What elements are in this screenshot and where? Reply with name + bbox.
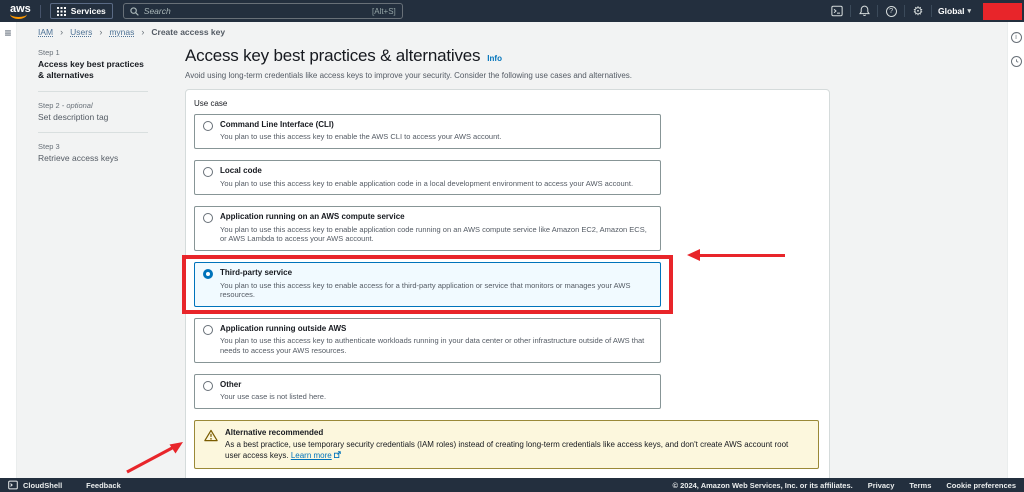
option-description: Your use case is not listed here. [220,392,327,402]
cloudshell-icon [8,480,18,490]
aws-console-screen: aws Services Search [Alt+S] ? ⚙ Global ▾… [0,0,1024,492]
step-link-description-tag[interactable]: Set description tag [38,112,148,123]
option-title: Application running outside AWS [220,324,347,334]
use-case-option-outside-aws[interactable]: Application running outside AWS You plan… [194,318,661,363]
help-button[interactable]: ? [878,0,904,22]
use-case-option-local-code[interactable]: Local code You plan to use this access k… [194,160,661,196]
breadcrumb: IAM › Users › mynas › Create access key [38,22,225,42]
alternative-recommended-alert: Alternative recommended As a best practi… [194,420,819,470]
divider [38,132,148,134]
breadcrumb-current: Create access key [151,27,226,37]
breadcrumb-separator: › [60,27,64,37]
alert-title: Alternative recommended [225,428,324,438]
footer-cloudshell[interactable]: CloudShell [8,480,62,490]
caret-down-icon: ▾ [967,8,971,15]
help-panel-rail: i [1007,22,1024,478]
radio-button-selected[interactable] [203,269,213,280]
option-title: Command Line Interface (CLI) [220,120,334,129]
footer-link-terms[interactable]: Terms [909,481,931,490]
console-footer: CloudShell Feedback © 2024, Amazon Web S… [0,478,1024,492]
radio-button[interactable] [203,213,213,224]
divider [39,4,41,18]
radio-button[interactable] [203,167,213,178]
hamburger-menu-icon[interactable]: ≡ [4,27,11,478]
use-case-option-cli[interactable]: Command Line Interface (CLI) You plan to… [194,114,661,150]
region-label: Global [938,6,965,16]
step-link-best-practices[interactable]: Access key best practices & alternatives [38,59,148,82]
breadcrumb-separator: › [99,27,103,37]
option-title: Local code [220,166,262,176]
search-shortcut: [Alt+S] [371,6,396,16]
cloudshell-button[interactable] [824,0,850,22]
radio-button[interactable] [203,121,213,131]
breadcrumb-link-user[interactable]: mynas [109,27,134,37]
learn-more-link[interactable]: Learn more [291,451,332,460]
alert-text: As a best practice, use temporary securi… [225,440,789,461]
option-description: You plan to use this access key to enabl… [220,178,634,188]
option-title: Application running on an AWS compute se… [220,212,405,222]
option-description: You plan to use this access key to enabl… [220,132,502,142]
topbar-right-group: ? ⚙ Global ▾ [824,0,1024,22]
search-placeholder: Search [143,6,171,16]
radio-button[interactable] [203,325,213,336]
main-content: Access key best practices & alternatives… [182,46,830,492]
step-number: Step 3 [38,142,60,152]
use-case-card: Use case Command Line Interface (CLI) Yo… [182,89,830,492]
warning-triangle-icon [204,429,218,442]
breadcrumb-separator: › [141,27,145,37]
option-description: You plan to use this access key to enabl… [220,280,631,300]
use-case-option-third-party[interactable]: Third-party service You plan to use this… [194,262,661,308]
search-magnifier-icon [130,6,139,16]
divider [38,90,148,92]
option-description: You plan to use this access key to enabl… [220,224,647,244]
services-menu-button[interactable]: Services [49,3,113,19]
settings-button[interactable]: ⚙ [905,0,931,22]
gear-icon: ⚙ [912,4,924,18]
footer-link-cookie-preferences[interactable]: Cookie preferences [946,481,1016,490]
aws-logo[interactable]: aws [10,3,31,19]
region-selector[interactable]: Global ▾ [932,6,977,16]
use-case-option-compute-service[interactable]: Application running on an AWS compute se… [194,206,661,252]
services-grid-icon [56,6,66,16]
info-panel-icon[interactable]: i [1010,32,1022,43]
page-title: Access key best practices & alternatives [185,46,481,65]
account-name-redaction-box [983,2,1022,20]
option-title: Third-party service [220,268,293,278]
option-title: Other [220,379,242,389]
info-link[interactable]: Info [487,54,502,63]
step-link-retrieve-keys[interactable]: Retrieve access keys [38,153,148,164]
wizard-steps-sidebar: Step 1 Access key best practices & alter… [38,48,148,165]
services-label: Services [70,6,106,16]
breadcrumb-link-iam[interactable]: IAM [38,27,53,37]
notifications-button[interactable] [851,0,877,22]
use-case-label: Use case [194,99,228,108]
option-description: You plan to use this access key to authe… [220,336,645,356]
help-icon: ? [885,5,897,17]
breadcrumb-link-users[interactable]: Users [70,27,92,37]
use-case-option-other[interactable]: Other Your use case is not listed here. [194,373,661,410]
clock-icon[interactable] [1010,56,1022,67]
left-rail: ≡ [0,22,17,478]
top-navigation-bar: aws Services Search [Alt+S] ? ⚙ Global ▾ [0,0,1024,22]
step-number: Step 1 [38,48,60,57]
external-link-icon [333,451,341,459]
radio-button[interactable] [203,380,213,391]
cloudshell-icon [831,5,843,17]
annotation-arrow-diagonal [126,442,183,474]
bell-icon [858,5,870,16]
footer-copyright: © 2024, Amazon Web Services, Inc. or its… [672,480,853,490]
step-number: Step 2 - optional [38,100,93,110]
footer-link-privacy[interactable]: Privacy [868,481,895,490]
search-input[interactable]: Search [Alt+S] [122,3,403,19]
footer-feedback-link[interactable]: Feedback [86,481,121,490]
page-subtitle: Avoid using long-term credentials like a… [185,71,633,80]
